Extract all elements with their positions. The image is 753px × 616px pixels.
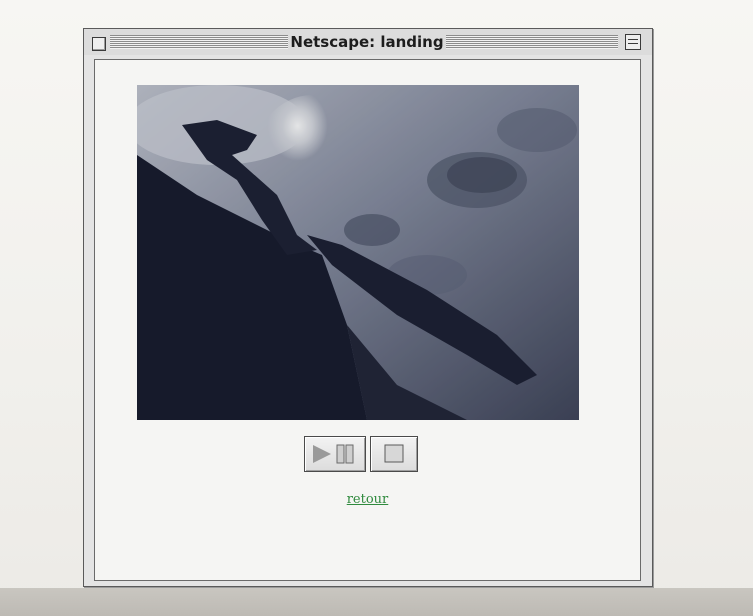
page-content: retour: [94, 59, 641, 581]
stop-icon: [384, 444, 404, 463]
back-link[interactable]: retour: [95, 492, 640, 507]
lunar-surface-image: [137, 85, 579, 420]
play-pause-button[interactable]: [304, 436, 366, 472]
title-stripes-right: [446, 35, 618, 49]
window-title: Netscape: landing: [290, 33, 444, 51]
play-pause-icon: [313, 444, 354, 464]
close-box[interactable]: [92, 37, 106, 51]
stop-button[interactable]: [370, 436, 418, 472]
title-bar[interactable]: Netscape: landing: [84, 29, 652, 55]
video-frame[interactable]: [137, 85, 579, 420]
title-stripes-left: [110, 35, 288, 49]
desk-edge: [0, 588, 753, 616]
browser-window: Netscape: landing retour: [83, 28, 653, 587]
zoom-box[interactable]: [625, 34, 641, 50]
